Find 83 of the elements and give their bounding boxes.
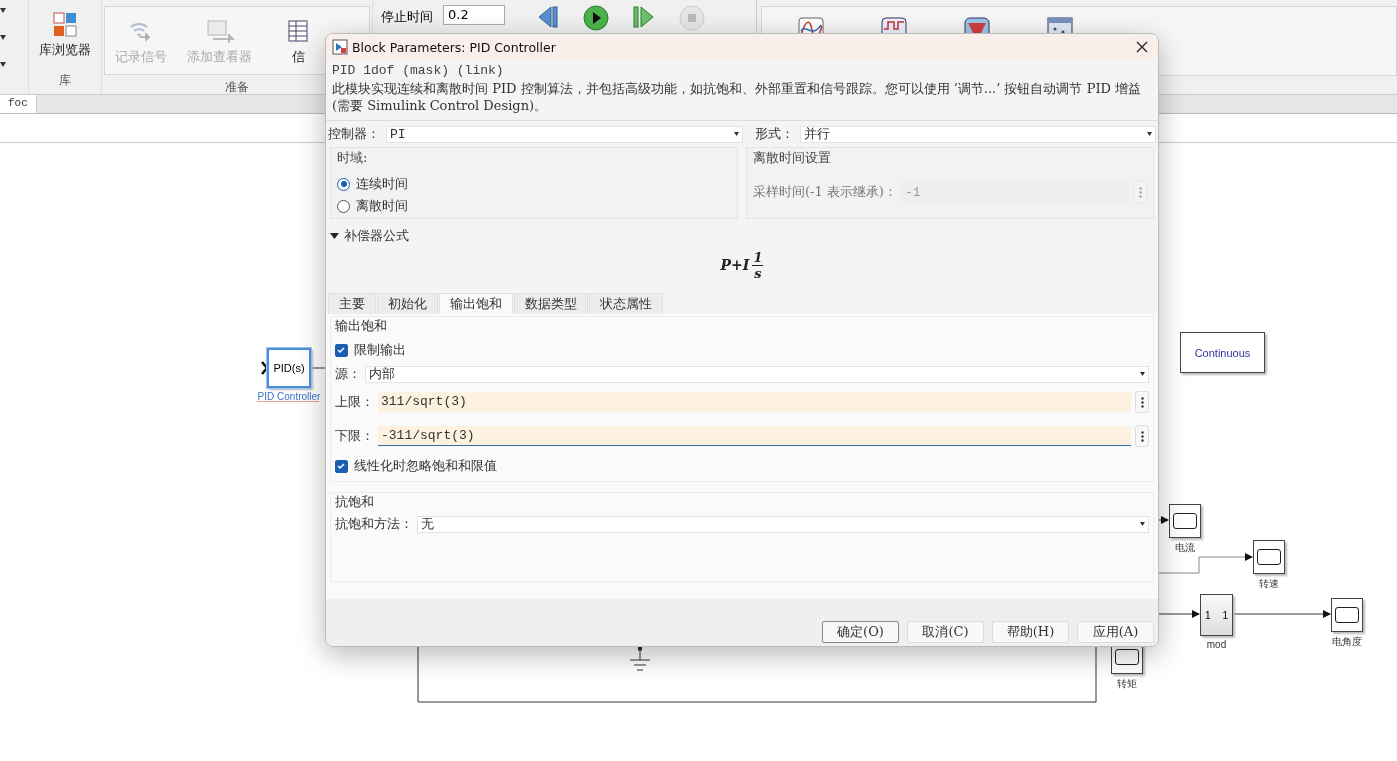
caret-icon xyxy=(1140,372,1145,376)
more-icon xyxy=(1140,396,1144,408)
model-tab[interactable]: foc xyxy=(0,95,37,113)
field-label: 抗饱和方法： xyxy=(335,515,413,533)
window-title: Block Parameters: PID Controller xyxy=(352,39,557,55)
mod-block[interactable]: 1 1 xyxy=(1200,594,1233,636)
tab[interactable]: 初始化 xyxy=(377,293,438,314)
caret-icon xyxy=(0,62,6,67)
ground-icon xyxy=(629,644,651,671)
block-label: 转速 xyxy=(1259,577,1279,591)
section-header: 补偿器公式 xyxy=(344,227,409,245)
radio-button[interactable] xyxy=(337,199,350,213)
group-title: 离散时间设置 xyxy=(753,149,832,167)
close-button[interactable] xyxy=(1134,39,1150,55)
caret-icon xyxy=(1147,132,1152,136)
more-icon xyxy=(1138,186,1142,198)
caret-icon xyxy=(0,8,6,13)
scope-block[interactable] xyxy=(1331,598,1363,632)
block-icon xyxy=(332,39,348,55)
caret-icon xyxy=(1140,522,1145,526)
scope-block[interactable] xyxy=(1253,540,1285,574)
toolstrip-button[interactable]: 库浏览器 xyxy=(35,8,95,64)
dialog-button[interactable]: 确定(O) xyxy=(822,621,899,643)
stop-time-field[interactable]: 0.2 xyxy=(443,5,505,25)
port-label: 1 xyxy=(1222,609,1228,621)
dialog-button[interactable]: 帮助(H) xyxy=(992,621,1069,643)
expand-icon[interactable] xyxy=(330,232,339,240)
tab[interactable]: 状态属性 xyxy=(589,293,663,314)
stop-time-label: 停止时间 xyxy=(381,8,433,26)
radio-label: 离散时间 xyxy=(356,197,408,215)
block-type: PID 1dof (mask) (link) xyxy=(332,62,505,79)
field-label: 采样时间(-1 表示继承)： xyxy=(753,183,897,201)
section-label: 库 xyxy=(59,72,71,89)
group-title: 抗饱和 xyxy=(335,493,375,511)
signal-line xyxy=(1156,610,1200,618)
field-label: 上限： xyxy=(335,393,374,411)
checkbox[interactable] xyxy=(335,459,348,473)
port-label: 1 xyxy=(1205,609,1211,621)
dialog-button[interactable]: 应用(A) xyxy=(1077,621,1154,643)
radio-label: 连续时间 xyxy=(356,175,408,193)
block-label: 电角度 xyxy=(1332,635,1362,649)
signal-line xyxy=(1156,516,1169,524)
tab[interactable]: 输出饱和 xyxy=(439,293,513,314)
table-icon xyxy=(287,19,309,45)
group-title: 输出饱和 xyxy=(335,317,388,335)
tab[interactable]: 主要 xyxy=(328,293,376,314)
block-label: mod xyxy=(1206,639,1227,650)
solver-block[interactable]: Continuous xyxy=(1180,332,1265,373)
caret-icon xyxy=(733,132,739,136)
block-label: PID Controller xyxy=(257,391,321,402)
block-description: 此模块实现连续和离散时间 PID 控制算法，并包括高级功能，如抗饱和、外部重置和信号跟踪。您可以使用 ’调节...’ 按钮自动调节 PID 增益(需要 Simulink Control Design)。 xyxy=(332,80,1143,114)
source-dropdown[interactable]: 内部 xyxy=(365,365,1149,383)
section-label: 准备 xyxy=(225,79,249,96)
checkbox[interactable] xyxy=(335,343,348,357)
radio-button[interactable] xyxy=(337,177,350,191)
dialog-button[interactable]: 取消(C) xyxy=(907,621,984,643)
caret-icon xyxy=(0,35,6,40)
field-label: 形式： xyxy=(754,125,794,143)
group-title: 时域: xyxy=(337,149,369,167)
checkbox-label: 线性化时忽略饱和和限值 xyxy=(354,457,497,475)
run-icon[interactable] xyxy=(583,5,609,31)
field-label: 下限： xyxy=(335,427,374,445)
controller-dropdown[interactable]: PI xyxy=(386,125,743,143)
scope-block[interactable] xyxy=(1169,504,1201,538)
checkmark-icon xyxy=(336,344,346,355)
input-field[interactable]: -311/sqrt(3) xyxy=(378,426,1131,446)
form-dropdown[interactable]: 并行 xyxy=(799,125,1156,143)
input-field[interactable]: 311/sqrt(3) xyxy=(378,392,1131,412)
block-label: 转矩 xyxy=(1117,677,1137,691)
tab[interactable]: 数据类型 xyxy=(514,293,588,314)
signal-line xyxy=(310,367,327,369)
field-label: 源： xyxy=(335,365,361,383)
checkmark-icon xyxy=(336,460,346,471)
method-dropdown[interactable]: 无 xyxy=(417,515,1149,533)
block-label: 电流 xyxy=(1175,541,1195,555)
options-button[interactable] xyxy=(1135,425,1149,447)
options-button[interactable] xyxy=(1135,391,1149,413)
monitor-icon xyxy=(204,19,235,45)
checkbox-label: 限制输出 xyxy=(354,341,406,359)
library-icon xyxy=(53,12,77,38)
pid-block[interactable]: PID(s) xyxy=(267,348,311,388)
more-icon xyxy=(1140,430,1144,442)
field-label: 控制器： xyxy=(328,125,380,143)
